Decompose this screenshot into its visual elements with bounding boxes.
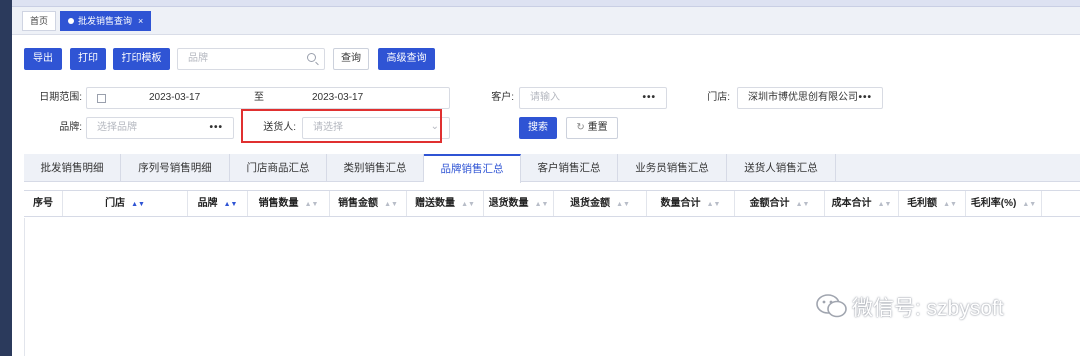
col-label: 赠送数量 xyxy=(415,198,456,209)
page-tabs-bar: 首页 批发销售查询 × xyxy=(12,7,1080,35)
col-qty-total[interactable]: 数量合计 ▲▼ xyxy=(647,191,735,216)
col-gross-margin[interactable]: 毛利率(%) ▲▼ xyxy=(966,191,1042,216)
tab-category-summary[interactable]: 类别销售汇总 xyxy=(327,154,424,182)
col-index: 序号 xyxy=(24,191,63,216)
wechat-icon xyxy=(816,294,847,318)
col-label: 退货金额 xyxy=(570,198,611,209)
advanced-query-button[interactable]: 高级查询 xyxy=(378,48,435,70)
col-label: 毛利额 xyxy=(907,198,938,209)
tab-customer-summary[interactable]: 客户销售汇总 xyxy=(521,154,618,182)
col-label: 品牌 xyxy=(197,198,218,209)
col-label: 序号 xyxy=(33,198,53,209)
sort-icon[interactable]: ▲▼ xyxy=(878,201,892,208)
col-store[interactable]: 门店 ▲▼ xyxy=(63,191,188,216)
date-from[interactable]: 2023-03-17 xyxy=(149,88,200,108)
col-label: 金额合计 xyxy=(749,198,790,209)
more-icon[interactable]: ••• xyxy=(858,88,872,108)
reset-button[interactable]: ↻ 重置 xyxy=(566,117,618,139)
sort-icon[interactable]: ▲▼ xyxy=(943,201,957,208)
col-label: 毛利率(%) xyxy=(970,198,1017,209)
left-sidebar xyxy=(0,0,12,356)
sort-icon[interactable]: ▲▼ xyxy=(384,201,398,208)
sort-icon[interactable]: ▲▼ xyxy=(616,201,630,208)
more-icon[interactable]: ••• xyxy=(209,118,223,138)
sort-icon[interactable]: ▲▼ xyxy=(131,201,145,208)
brand-field[interactable]: 选择品牌 ••• xyxy=(86,117,234,139)
export-button[interactable]: 导出 xyxy=(24,48,62,70)
col-label: 门店 xyxy=(105,198,126,209)
col-return-qty[interactable]: 退货数量 ▲▼ xyxy=(484,191,554,216)
report-tabs: 批发销售明细 序列号销售明细 门店商品汇总 类别销售汇总 品牌销售汇总 客户销售… xyxy=(24,154,1080,183)
tab-salesman-summary[interactable]: 业务员销售汇总 xyxy=(618,154,727,182)
col-cost-total[interactable]: 成本合计 ▲▼ xyxy=(825,191,899,216)
sort-icon[interactable]: ▲▼ xyxy=(535,201,549,208)
col-label: 成本合计 xyxy=(831,198,872,209)
calendar-icon xyxy=(97,94,106,103)
sort-icon[interactable]: ▲▼ xyxy=(461,201,475,208)
sort-icon[interactable]: ▲▼ xyxy=(707,201,721,208)
tab-home-label: 首页 xyxy=(30,16,49,26)
customer-field[interactable]: 请输入 ••• xyxy=(519,87,667,109)
query-button[interactable]: 查询 xyxy=(333,48,369,70)
tab-brand-summary[interactable]: 品牌销售汇总 xyxy=(424,154,521,183)
reset-label: 重置 xyxy=(587,122,608,133)
col-sales-amount[interactable]: 销售金额 ▲▼ xyxy=(330,191,407,216)
brand-search-input[interactable]: 品牌 xyxy=(177,48,325,70)
col-return-amount[interactable]: 退货金额 ▲▼ xyxy=(554,191,647,216)
store-value: 深圳市博优思创有限公司 xyxy=(748,92,858,103)
col-gift-qty[interactable]: 赠送数量 ▲▼ xyxy=(407,191,484,216)
search-icon[interactable] xyxy=(307,53,316,62)
date-separator: 至 xyxy=(254,92,264,103)
col-label: 数量合计 xyxy=(660,198,701,209)
tab-wholesale-query[interactable]: 批发销售查询 × xyxy=(60,11,152,31)
col-brand[interactable]: 品牌 ▲▼ xyxy=(188,191,248,216)
tab-serial-detail[interactable]: 序列号销售明细 xyxy=(121,154,230,182)
col-gross-profit[interactable]: 毛利额 ▲▼ xyxy=(899,191,966,216)
brand-label: 品牌: xyxy=(59,122,82,133)
tab-wholesale-query-label: 批发销售查询 xyxy=(78,16,133,26)
print-button[interactable]: 打印 xyxy=(70,48,106,70)
tab-store-product-summary[interactable]: 门店商品汇总 xyxy=(230,154,327,182)
highlight-box xyxy=(241,109,442,143)
brand-placeholder: 选择品牌 xyxy=(97,122,137,133)
table-body xyxy=(24,218,1080,356)
tab-wholesale-detail[interactable]: 批发销售明细 xyxy=(24,154,121,182)
table-header: 序号 门店 ▲▼ 品牌 ▲▼ 销售数量 ▲▼ 销售金额 ▲▼ 赠送数量 ▲▼ 退货数量 ▲▼… xyxy=(24,190,1080,217)
sort-icon[interactable]: ▲▼ xyxy=(305,201,319,208)
customer-label: 客户: xyxy=(491,92,514,103)
more-icon[interactable]: ••• xyxy=(642,88,656,108)
col-label: 销售数量 xyxy=(258,198,299,209)
refresh-icon: ↻ xyxy=(576,122,585,133)
sort-icon[interactable]: ▲▼ xyxy=(1022,201,1036,208)
sort-icon[interactable]: ▲▼ xyxy=(796,201,810,208)
col-sales-qty[interactable]: 销售数量 ▲▼ xyxy=(248,191,330,216)
brand-search-placeholder: 品牌 xyxy=(188,53,208,64)
print-template-button[interactable]: 打印模板 xyxy=(113,48,170,70)
col-label: 退货数量 xyxy=(488,198,529,209)
close-icon[interactable]: × xyxy=(138,16,143,26)
search-button[interactable]: 搜索 xyxy=(519,117,557,139)
active-dot-icon xyxy=(68,18,74,24)
customer-placeholder: 请输入 xyxy=(530,92,560,103)
date-range-field[interactable]: 2023-03-17 至 2023-03-17 xyxy=(86,87,450,109)
tab-home[interactable]: 首页 xyxy=(22,11,57,31)
store-field[interactable]: 深圳市博优思创有限公司 ••• xyxy=(737,87,883,109)
col-label: 销售金额 xyxy=(338,198,379,209)
top-header-strip xyxy=(0,0,1080,7)
col-amount-total[interactable]: 金额合计 ▲▼ xyxy=(735,191,825,216)
store-label: 门店: xyxy=(707,92,730,103)
watermark-text: 微信号: szbysoft xyxy=(852,297,1004,320)
tab-deliverer-summary[interactable]: 送货人销售汇总 xyxy=(727,154,836,182)
sort-icon[interactable]: ▲▼ xyxy=(224,201,238,208)
date-to[interactable]: 2023-03-17 xyxy=(312,88,363,108)
date-range-label: 日期范围: xyxy=(39,92,82,103)
